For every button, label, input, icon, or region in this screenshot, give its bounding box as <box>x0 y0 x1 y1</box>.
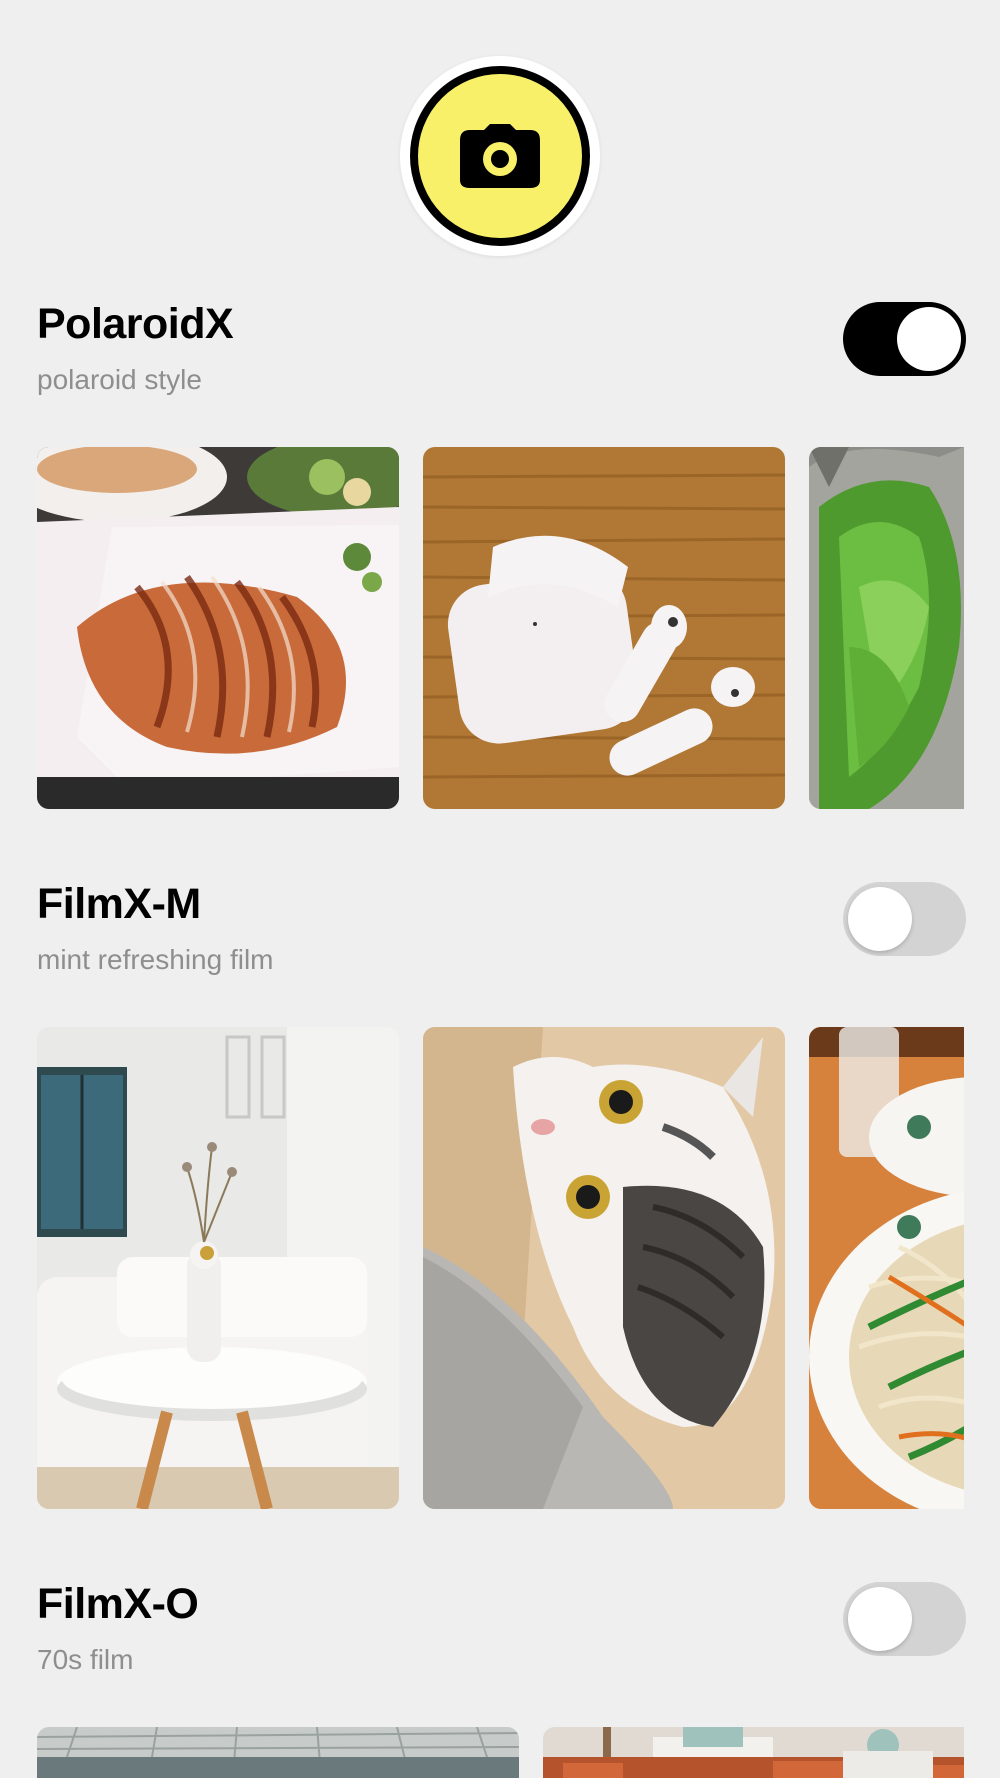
photo-thumb-cat[interactable] <box>423 1027 785 1509</box>
section-subtitle: 70s film <box>37 1644 134 1675</box>
camera-button-wrapper <box>400 56 600 256</box>
photo-thumb-roast-duck[interactable] <box>37 447 399 809</box>
photo-strip[interactable] <box>37 1727 964 1778</box>
photo-thumb-lettuce[interactable] <box>809 447 964 809</box>
filmx-o-toggle[interactable] <box>843 1582 966 1656</box>
section-title: PolaroidX <box>37 300 234 348</box>
photo-thumb-airpods[interactable] <box>423 447 785 809</box>
toggle-knob <box>897 307 961 371</box>
camera-button[interactable] <box>410 66 590 246</box>
polaroidx-toggle[interactable] <box>843 302 966 376</box>
section-title: FilmX-O <box>37 1580 199 1628</box>
section-subtitle: polaroid style <box>37 364 202 395</box>
section-subtitle: mint refreshing film <box>37 944 274 975</box>
photo-thumb-living-room[interactable] <box>37 1027 399 1509</box>
section-title: FilmX-M <box>37 880 201 928</box>
photo-strip[interactable] <box>37 1027 964 1509</box>
toggle-knob <box>848 887 912 951</box>
toggle-knob <box>848 1587 912 1651</box>
filmx-m-toggle[interactable] <box>843 882 966 956</box>
photo-thumb-noodles[interactable] <box>809 1027 964 1509</box>
photo-strip[interactable] <box>37 447 964 809</box>
photo-thumb-stadium[interactable] <box>37 1727 519 1778</box>
camera-icon <box>460 124 540 188</box>
photo-thumb-townscape[interactable] <box>543 1727 964 1778</box>
